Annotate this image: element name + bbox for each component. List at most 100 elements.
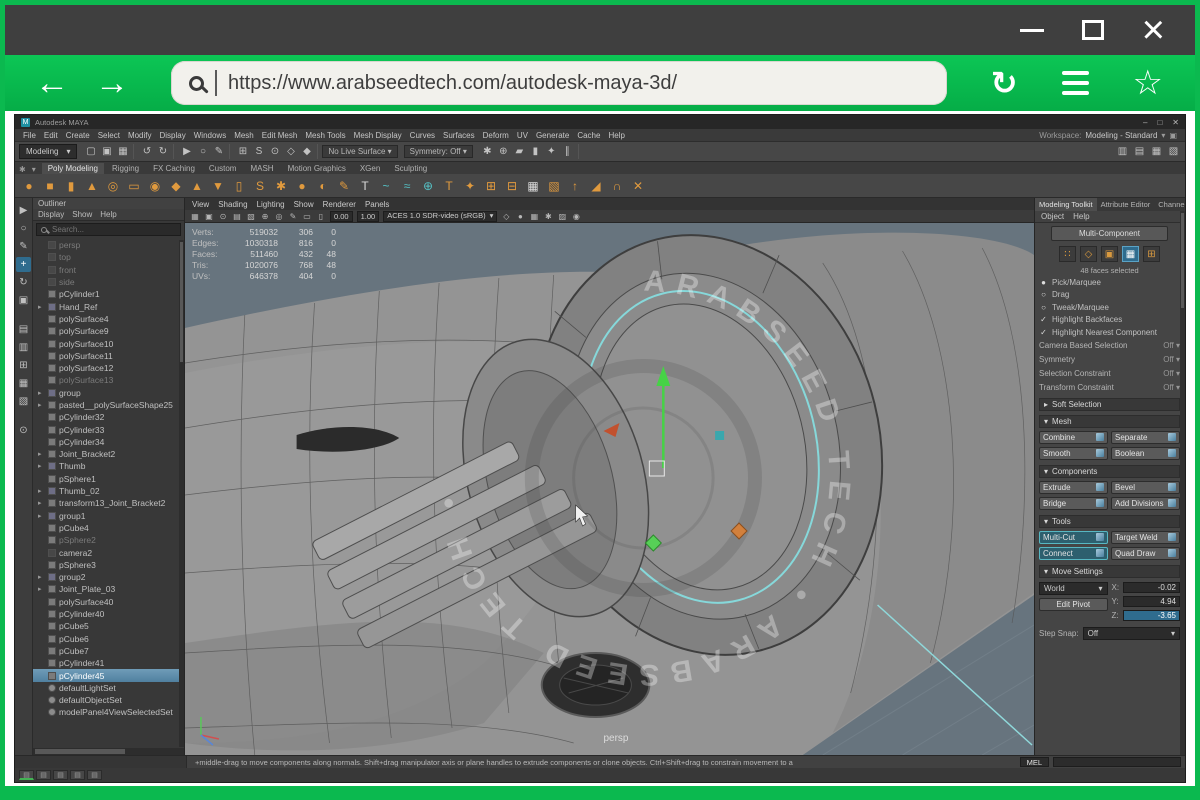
toggle-tool-settings-icon[interactable]: ▧ bbox=[1166, 144, 1181, 159]
layout-single-pane-icon[interactable]: ▤ bbox=[19, 770, 34, 780]
use-all-lights-icon[interactable]: ✱ bbox=[542, 211, 554, 222]
setting-camera-based-selection[interactable]: Camera Based SelectionOff ▾ bbox=[1039, 340, 1180, 352]
option-tweak-marquee[interactable]: ○Tweak/Marquee bbox=[1039, 302, 1180, 313]
outliner-item-thumb-02[interactable]: ▸Thumb_02 bbox=[33, 485, 184, 497]
option-drag[interactable]: ○Drag bbox=[1039, 290, 1180, 301]
quad-draw-button[interactable]: Quad Draw bbox=[1111, 547, 1180, 560]
shelf-tab-rigging[interactable]: Rigging bbox=[106, 163, 145, 174]
layout-two-panes-icon[interactable]: ▤ bbox=[36, 770, 51, 780]
outliner-item-defaultlightset[interactable]: defaultLightSet bbox=[33, 682, 184, 694]
viewport-menu-panels[interactable]: Panels bbox=[365, 200, 389, 209]
outliner-item-thumb[interactable]: ▸Thumb bbox=[33, 460, 184, 472]
outliner-item-polysurface13[interactable]: polySurface13 bbox=[33, 374, 184, 386]
outliner-item-polysurface10[interactable]: polySurface10 bbox=[33, 337, 184, 349]
shelf-tab-mash[interactable]: MASH bbox=[244, 163, 279, 174]
outliner-item-group1[interactable]: ▸group1 bbox=[33, 510, 184, 522]
poly-platonic-icon[interactable]: ◆ bbox=[166, 176, 186, 196]
window-close-icon[interactable]: × bbox=[1142, 16, 1165, 44]
boolean-button[interactable]: Boolean bbox=[1111, 447, 1180, 460]
multi-mode-icon[interactable]: ▦ bbox=[1122, 246, 1139, 262]
outliner-item-polysurface12[interactable]: polySurface12 bbox=[33, 362, 184, 374]
toggle-ui-panels-icon[interactable]: ▥ bbox=[1115, 144, 1130, 159]
maya-close-icon[interactable]: ✕ bbox=[1172, 118, 1179, 127]
film-gate-icon[interactable]: ▭ bbox=[301, 211, 313, 222]
extrude-shelf-icon[interactable]: ↑ bbox=[565, 176, 585, 196]
bezier-curve-tool-icon[interactable]: ≈ bbox=[397, 176, 417, 196]
lasso-tool-icon[interactable]: ○ bbox=[16, 221, 31, 236]
combine-button[interactable]: Combine bbox=[1039, 431, 1108, 444]
multi-component-button[interactable]: Multi-Component bbox=[1051, 226, 1168, 241]
poly-plane-icon[interactable]: ▭ bbox=[124, 176, 144, 196]
outliner-item-group2[interactable]: ▸group2 bbox=[33, 571, 184, 583]
poly-cube-icon[interactable]: ■ bbox=[40, 176, 60, 196]
poly-text-icon[interactable]: T bbox=[355, 176, 375, 196]
outliner-vertical-scrollbar[interactable] bbox=[179, 240, 184, 747]
setting-selection-constraint[interactable]: Selection ConstraintOff ▾ bbox=[1039, 368, 1180, 380]
viewport-menu-view[interactable]: View bbox=[192, 200, 209, 209]
boolean-union-icon[interactable]: ⊞ bbox=[481, 176, 501, 196]
grease-pencil-icon[interactable]: ✎ bbox=[287, 211, 299, 222]
outliner-item-top[interactable]: top bbox=[33, 251, 184, 263]
setting-value[interactable]: Off ▾ bbox=[1163, 369, 1180, 378]
snap-point-icon[interactable]: ⊙ bbox=[267, 144, 282, 159]
outliner-item-pcylinder32[interactable]: pCylinder32 bbox=[33, 411, 184, 423]
pause-viewport-icon[interactable]: ∥ bbox=[560, 144, 575, 159]
menu-uv[interactable]: UV bbox=[517, 131, 528, 140]
axis-orientation-dropdown[interactable]: World▾ bbox=[1039, 582, 1108, 595]
symmetry-dropdown[interactable]: Symmetry: Off ▾ bbox=[404, 145, 473, 158]
section-move-settings[interactable]: ▾Move Settings bbox=[1039, 565, 1180, 578]
isolate-select-icon[interactable]: ◎ bbox=[273, 211, 285, 222]
snap-grid-icon[interactable]: ⊞ bbox=[235, 144, 250, 159]
poly-prism-icon[interactable]: ▼ bbox=[208, 176, 228, 196]
back-button[interactable]: ← bbox=[35, 66, 69, 100]
menu-display[interactable]: Display bbox=[160, 131, 186, 140]
setting-transform-constraint[interactable]: Transform ConstraintOff ▾ bbox=[1039, 382, 1180, 394]
ipr-render-icon[interactable]: ▮ bbox=[528, 144, 543, 159]
bevel-shelf-icon[interactable]: ◢ bbox=[586, 176, 606, 196]
option-highlight-backfaces[interactable]: ✓Highlight Backfaces bbox=[1039, 315, 1180, 326]
menu-set-dropdown[interactable]: Modeling▾ bbox=[19, 144, 77, 159]
bookmark-star-icon[interactable]: ☆ bbox=[1133, 66, 1163, 100]
tab-channel-b[interactable]: Channel B bbox=[1154, 198, 1185, 211]
outliner-search[interactable] bbox=[36, 223, 181, 236]
shadows-display-icon[interactable]: ▨ bbox=[556, 211, 568, 222]
outliner-item-pcylinder45[interactable]: pCylinder45 bbox=[33, 669, 184, 681]
extrude-button[interactable]: Extrude bbox=[1039, 481, 1108, 494]
expand-arrow-icon[interactable]: ▸ bbox=[38, 303, 45, 311]
mtk-menu-help[interactable]: Help bbox=[1073, 212, 1089, 221]
menu-create[interactable]: Create bbox=[66, 131, 90, 140]
setting-value[interactable]: Off ▾ bbox=[1163, 355, 1180, 364]
new-scene-icon[interactable]: ▢ bbox=[83, 144, 98, 159]
menu-edit-mesh[interactable]: Edit Mesh bbox=[262, 131, 298, 140]
setting-symmetry[interactable]: SymmetryOff ▾ bbox=[1039, 354, 1180, 366]
exposure-field[interactable]: 0.00 bbox=[330, 211, 353, 222]
poly-sphere-icon[interactable]: ● bbox=[19, 176, 39, 196]
viewport-canvas[interactable]: ARABSEED TECH • ARABSEED TECH • bbox=[185, 223, 1034, 755]
multi-cut-shelf-icon[interactable]: ✕ bbox=[628, 176, 648, 196]
render-frame-icon[interactable]: ▰ bbox=[512, 144, 527, 159]
menu-windows[interactable]: Windows bbox=[194, 131, 226, 140]
menu-help[interactable]: Help bbox=[608, 131, 624, 140]
outliner-item-pcylinder40[interactable]: pCylinder40 bbox=[33, 608, 184, 620]
expand-arrow-icon[interactable]: ▸ bbox=[38, 512, 45, 520]
poly-helix-icon[interactable]: S bbox=[250, 176, 270, 196]
rotate-tool-icon[interactable]: ↻ bbox=[16, 275, 31, 290]
outliner-item-transform13-joint-bracket2[interactable]: ▸transform13_Joint_Bracket2 bbox=[33, 497, 184, 509]
menu-surfaces[interactable]: Surfaces bbox=[443, 131, 475, 140]
poly-pyramid-icon[interactable]: ▲ bbox=[187, 176, 207, 196]
poly-cylinder-icon[interactable]: ▮ bbox=[61, 176, 81, 196]
refresh-button[interactable]: ↻ bbox=[991, 67, 1018, 99]
view-transform-dropdown[interactable]: ACES 1.0 SDR-video (sRGB)▾ bbox=[383, 211, 497, 222]
select-tool-icon[interactable]: ▶ bbox=[16, 203, 31, 218]
save-scene-icon[interactable]: ▦ bbox=[115, 144, 130, 159]
axis-value-field[interactable]: -3.65 bbox=[1123, 610, 1181, 621]
section-components[interactable]: ▾Components bbox=[1039, 465, 1180, 478]
radio-icon[interactable]: ● bbox=[1039, 278, 1048, 287]
select-camera-icon[interactable]: ▦ bbox=[189, 211, 201, 222]
sculpt-tool-icon[interactable]: ✎ bbox=[334, 176, 354, 196]
option-highlight-nearest-component[interactable]: ✓Highlight Nearest Component bbox=[1039, 327, 1180, 338]
viewport-menu-lighting[interactable]: Lighting bbox=[257, 200, 285, 209]
combine-shelf-icon[interactable]: ▦ bbox=[523, 176, 543, 196]
history-icon[interactable]: ✱ bbox=[480, 144, 495, 159]
connect-button[interactable]: Connect bbox=[1039, 547, 1108, 560]
